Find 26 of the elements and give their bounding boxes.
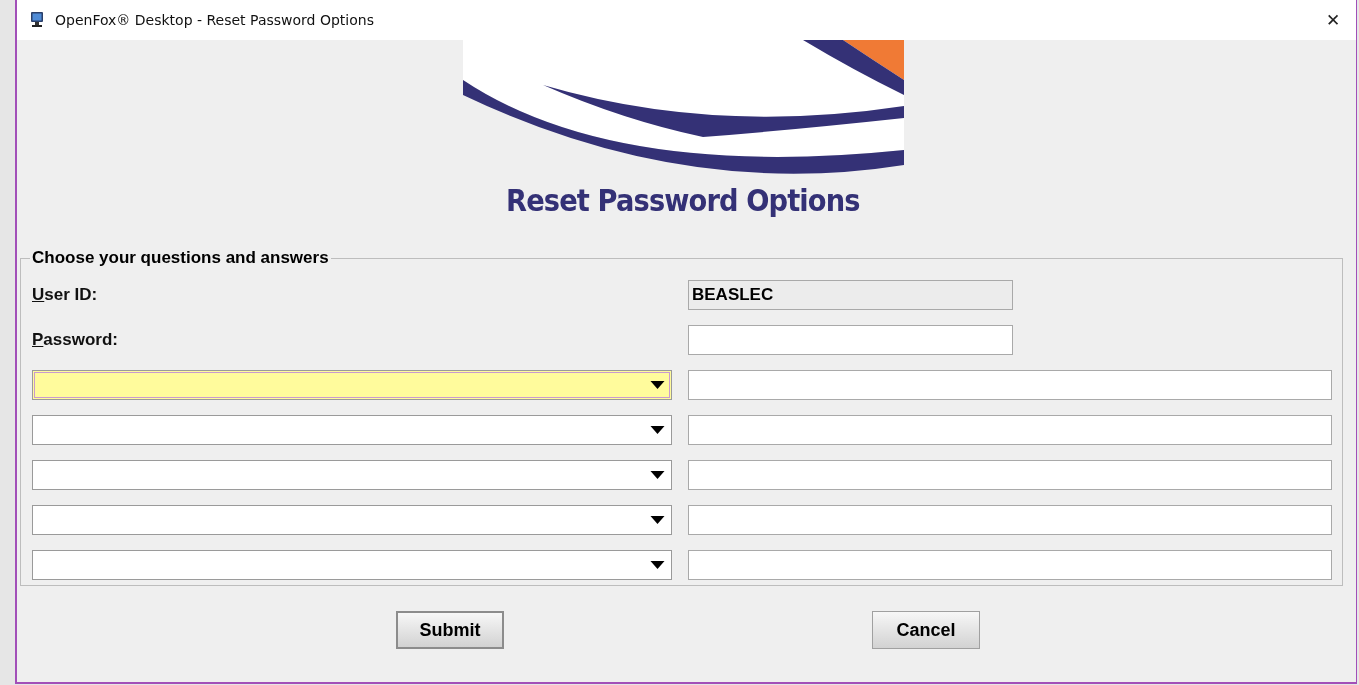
answer-field[interactable] [688, 459, 1332, 490]
question-dropdown[interactable] [32, 549, 672, 580]
caret-icon [650, 425, 665, 434]
caret-icon [650, 515, 665, 524]
monitor-icon [29, 11, 45, 29]
user-id-label: User ID: [32, 284, 99, 305]
question-dropdown[interactable] [32, 369, 672, 400]
caret-icon [650, 380, 665, 389]
caret-icon [650, 560, 665, 569]
dialog-button[interactable]: Cancel [872, 611, 980, 649]
banner-heading: Reset Password Options [506, 182, 860, 218]
group-legend: Choose your questions and answers [30, 248, 331, 268]
question-dropdown[interactable] [32, 414, 672, 445]
question-dropdown[interactable] [32, 504, 672, 535]
answer-field[interactable] [688, 549, 1332, 580]
window-title: OpenFox® Desktop - Reset Password Options [55, 12, 374, 28]
password-field[interactable] [688, 324, 1013, 355]
answer-field[interactable] [688, 414, 1332, 445]
password-label: Password: [32, 329, 119, 350]
dialog-button[interactable]: Submit [396, 611, 504, 649]
answer-field[interactable] [688, 504, 1332, 535]
close-button[interactable]: ✕ [1322, 7, 1344, 33]
user-id-field[interactable]: BEASLEC [688, 279, 1013, 310]
answer-field[interactable] [688, 369, 1332, 400]
caret-icon [650, 470, 665, 479]
question-dropdown[interactable] [32, 459, 672, 490]
